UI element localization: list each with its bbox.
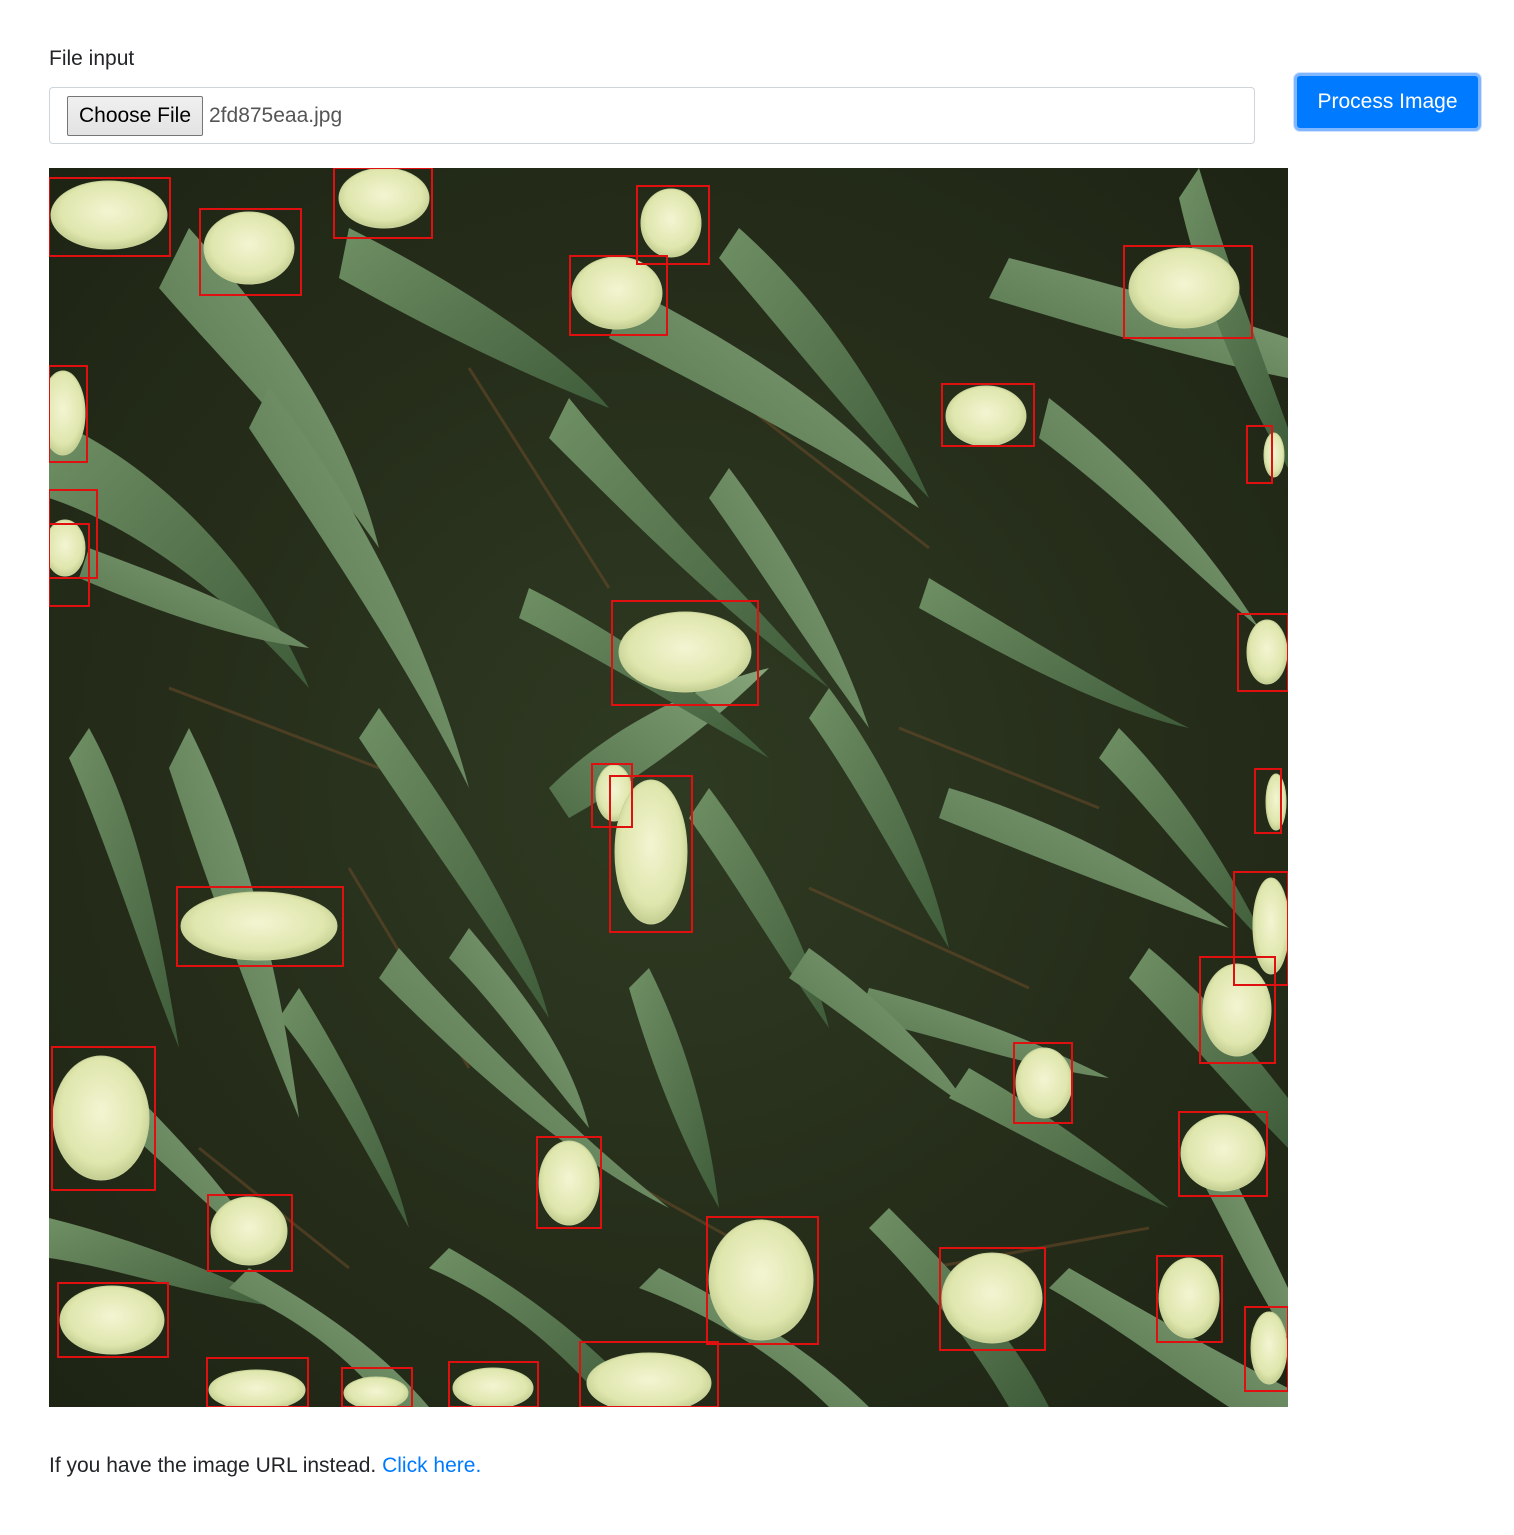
url-hint-text: If you have the image URL instead. (49, 1454, 377, 1477)
wheat-field-photo (49, 168, 1288, 1407)
process-image-button[interactable]: Process Image (1294, 73, 1481, 131)
file-input-field[interactable]: Choose File 2fd875eaa.jpg (49, 87, 1255, 144)
wheat-detection-image (49, 168, 1288, 1407)
url-hint: If you have the image URL instead. Click… (49, 1452, 481, 1480)
image-url-link[interactable]: Click here. (382, 1454, 481, 1477)
choose-file-button[interactable]: Choose File (67, 96, 203, 136)
selected-file-name: 2fd875eaa.jpg (209, 104, 343, 127)
file-input-label: File input (49, 47, 135, 70)
